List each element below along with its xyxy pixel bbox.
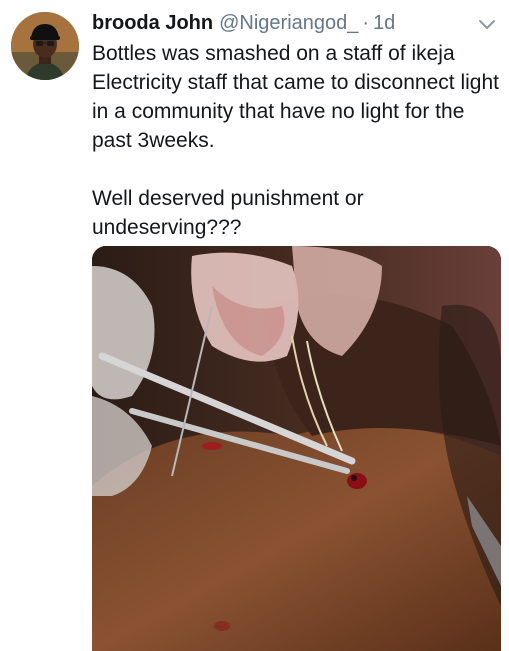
chevron-down-icon[interactable]	[475, 12, 499, 36]
user-handle[interactable]: @Nigeriangod_	[219, 10, 358, 36]
avatar[interactable]	[11, 12, 79, 80]
tweet-content: brooda John @Nigeriangod_ · 1d Bottles w…	[92, 10, 499, 242]
display-name[interactable]: brooda John	[92, 10, 213, 36]
separator-dot: ·	[362, 12, 370, 34]
tweet-header: brooda John @Nigeriangod_ · 1d	[92, 10, 499, 36]
tweet-paragraph: Bottles was smashed on a staff of ikeja …	[92, 42, 499, 152]
tweet-text: Bottles was smashed on a staff of ikeja …	[92, 39, 499, 242]
photo-wound-treatment-icon	[92, 246, 501, 651]
tweet-timestamp[interactable]: 1d	[373, 10, 395, 36]
tweet-paragraph: Well deserved punishment or undeserving?…	[92, 187, 364, 239]
tweet-media-image[interactable]	[92, 246, 501, 651]
avatar-icon	[11, 12, 79, 80]
tweet: brooda John @Nigeriangod_ · 1d Bottles w…	[0, 0, 509, 651]
